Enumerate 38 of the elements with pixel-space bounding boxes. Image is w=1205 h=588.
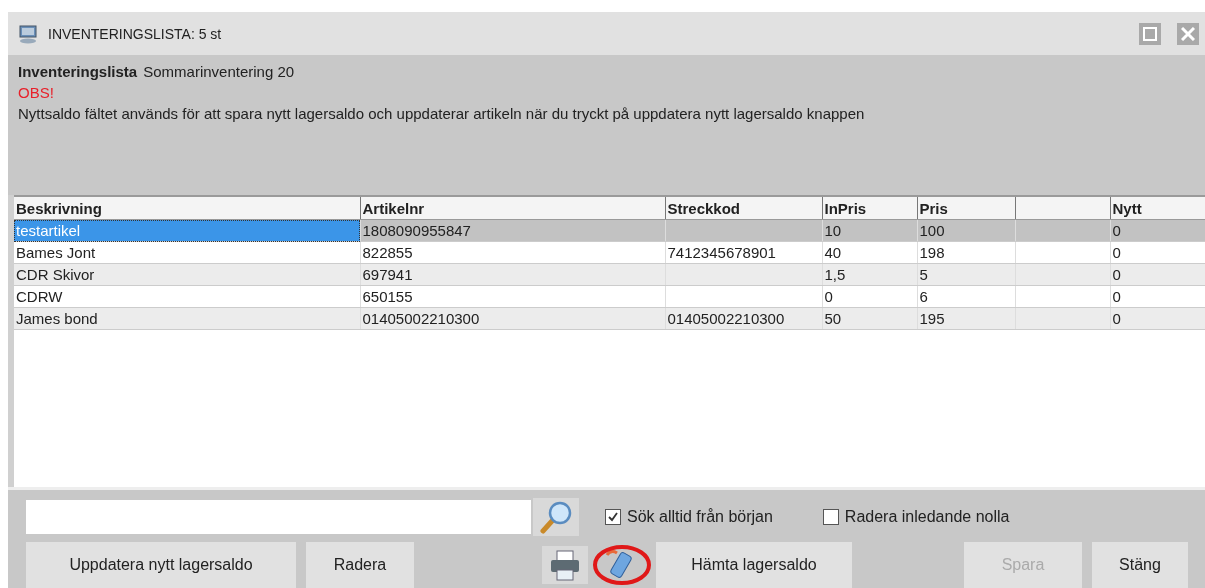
column-header[interactable]: Pris xyxy=(917,197,1015,220)
column-header[interactable]: InPris xyxy=(822,197,917,220)
computer-icon xyxy=(18,23,38,44)
table-cell: James bond xyxy=(14,307,360,330)
button[interactable]: Hämta lagersaldo xyxy=(656,542,852,588)
window-title: INVENTERINGSLISTA: 5 st xyxy=(48,25,222,42)
warning-text: OBS! xyxy=(18,84,55,101)
table-cell: testartikel xyxy=(14,219,360,242)
checkbox[interactable] xyxy=(822,509,839,525)
button[interactable]: Uppdatera nytt lagersaldo xyxy=(26,542,296,588)
column-header[interactable]: Streckkod xyxy=(665,197,822,220)
search-field[interactable] xyxy=(26,500,531,534)
table-cell: 822855 xyxy=(360,241,665,264)
button[interactable]: Stäng xyxy=(1092,542,1188,588)
printer-button[interactable] xyxy=(542,546,588,584)
column-header[interactable]: Beskrivning xyxy=(14,197,360,220)
checkbox-label[interactable]: Sök alltid från början xyxy=(627,508,773,526)
info-message: Nyttsaldo fältet används för att spara nytt lagersaldo och uppdaterar artikeln när du tryckt på uppdatera nytt lagersaldo knappen xyxy=(18,105,866,122)
checkbox[interactable] xyxy=(605,509,621,525)
table-cell: Bames Jont xyxy=(14,241,360,264)
button[interactable]: Radera xyxy=(306,542,414,588)
checkbox-label[interactable]: Radera inledande nolla xyxy=(844,508,1010,526)
list-name: Sommarinventering 20 xyxy=(143,63,295,80)
column-header[interactable]: Artikelnr xyxy=(360,197,665,220)
table-cell: 1808090955847 xyxy=(360,219,665,242)
table-cell: 697941 xyxy=(360,263,665,286)
column-header[interactable] xyxy=(1015,197,1110,220)
search-button[interactable] xyxy=(533,498,579,536)
maximize-button[interactable] xyxy=(1139,22,1161,45)
table-cell: CDRW xyxy=(14,285,360,308)
table-cell: 01405002210300 xyxy=(665,307,822,330)
close-button[interactable] xyxy=(1177,22,1199,45)
table-cell: 01405002210300 xyxy=(360,307,665,330)
column-header[interactable]: Nytt xyxy=(1110,197,1205,220)
table-cell: 650155 xyxy=(360,285,665,308)
table-cell: 7412345678901 xyxy=(665,241,822,264)
table-cell: CDR Skivor xyxy=(14,263,360,286)
list-label: Inventeringslista xyxy=(18,63,138,80)
